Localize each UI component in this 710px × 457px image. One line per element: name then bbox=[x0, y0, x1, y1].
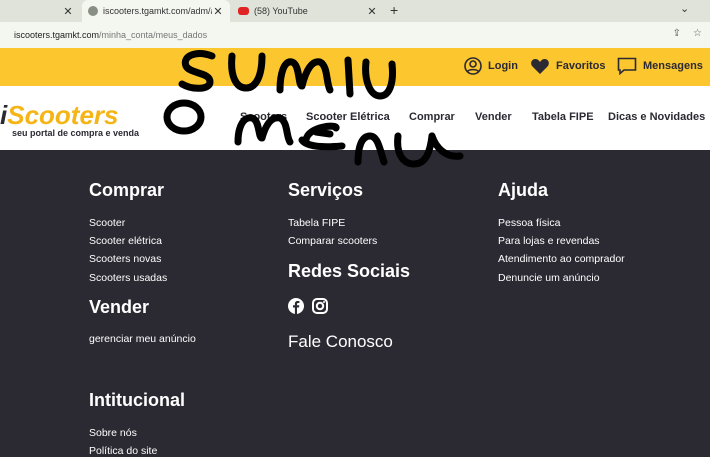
footer-link-tabela-fipe[interactable]: Tabela FIPE bbox=[288, 217, 345, 229]
browser-tab-youtube[interactable]: (58) YouTube ✕ bbox=[232, 0, 384, 22]
address-bar[interactable]: iscooters.tgamkt.com/minha_conta/meus_da… bbox=[0, 22, 710, 48]
footer-link-scooters-usadas[interactable]: Scooters usadas bbox=[89, 272, 167, 284]
favorites-label: Favoritos bbox=[556, 60, 606, 72]
favorites-link[interactable]: Favoritos bbox=[530, 57, 606, 75]
user-icon bbox=[464, 57, 482, 75]
footer-link-sobre-nos[interactable]: Sobre nós bbox=[89, 427, 137, 439]
nav-scooter-eletrica[interactable]: Scooter Elétrica bbox=[306, 111, 390, 123]
browser-tab[interactable]: ✕ bbox=[0, 0, 80, 22]
footer-heading-ajuda: Ajuda bbox=[498, 180, 549, 200]
footer-heading-vender: Vender bbox=[89, 297, 150, 317]
tab-title: (58) YouTube bbox=[254, 6, 308, 16]
footer-link-scooter[interactable]: Scooter bbox=[89, 217, 125, 229]
messages-label: Mensagens bbox=[643, 60, 703, 72]
social-icons bbox=[288, 298, 328, 314]
facebook-icon[interactable] bbox=[288, 298, 304, 314]
footer-heading-redes-sociais: Redes Sociais bbox=[288, 261, 411, 281]
close-icon[interactable]: ✕ bbox=[366, 5, 378, 18]
footer-link-pessoa-fisica[interactable]: Pessoa física bbox=[498, 217, 560, 229]
close-icon[interactable]: ✕ bbox=[62, 5, 74, 18]
main-navbar: iScooters seu portal de compra e venda S… bbox=[0, 86, 710, 150]
nav-vender[interactable]: Vender bbox=[475, 111, 512, 123]
footer-link-lojas-revendas[interactable]: Para lojas e revendas bbox=[498, 235, 600, 247]
site-logo[interactable]: iScooters seu portal de compra e venda bbox=[0, 102, 139, 138]
youtube-icon bbox=[238, 7, 249, 15]
messages-link[interactable]: Mensagens bbox=[617, 57, 703, 75]
share-icon[interactable]: ⇪ bbox=[673, 28, 681, 39]
logo-name: Scooters bbox=[7, 100, 119, 130]
instagram-icon[interactable] bbox=[312, 298, 328, 314]
browser-tab-bar: ✕ iscooters.tgamkt.com/adm/auten ✕ (58) … bbox=[0, 0, 710, 22]
fale-conosco-link[interactable]: Fale Conosco bbox=[288, 332, 393, 352]
footer-link-gerenciar-anuncio[interactable]: gerenciar meu anúncio bbox=[89, 333, 196, 345]
footer-link-scooter-eletrica[interactable]: Scooter elétrica bbox=[89, 235, 162, 247]
footer-link-denuncie[interactable]: Denuncie um anúncio bbox=[498, 272, 600, 284]
login-link[interactable]: Login bbox=[464, 57, 518, 75]
site-top-bar: Login Favoritos Mensagens bbox=[0, 48, 710, 86]
footer-heading-comprar: Comprar bbox=[89, 180, 165, 200]
star-icon[interactable]: ☆ bbox=[693, 28, 702, 39]
nav-scooters[interactable]: Scooters bbox=[240, 111, 287, 123]
globe-icon bbox=[88, 6, 98, 16]
logo-tagline: seu portal de compra e venda bbox=[12, 128, 140, 138]
tab-title: iscooters.tgamkt.com/adm/auten bbox=[103, 6, 212, 16]
url-host: iscooters.tgamkt.com bbox=[14, 30, 100, 40]
footer-heading-servicos: Serviços bbox=[288, 180, 364, 200]
nav-dicas-novidades[interactable]: Dicas e Novidades bbox=[608, 111, 705, 123]
new-tab-button[interactable]: + bbox=[390, 2, 398, 18]
footer-link-comparar-scooters[interactable]: Comparar scooters bbox=[288, 235, 377, 247]
footer-link-scooters-novas[interactable]: Scooters novas bbox=[89, 253, 161, 265]
url-text[interactable]: iscooters.tgamkt.com/minha_conta/meus_da… bbox=[14, 30, 207, 40]
nav-comprar[interactable]: Comprar bbox=[409, 111, 455, 123]
message-icon bbox=[617, 57, 637, 75]
url-path: /minha_conta/meus_dados bbox=[99, 30, 208, 40]
footer-link-atendimento[interactable]: Atendimento ao comprador bbox=[498, 253, 625, 265]
footer-link-politica-site[interactable]: Política do site bbox=[89, 445, 157, 457]
browser-tab-active[interactable]: iscooters.tgamkt.com/adm/auten ✕ bbox=[82, 0, 230, 22]
nav-tabela-fipe[interactable]: Tabela FIPE bbox=[532, 111, 594, 123]
login-label: Login bbox=[488, 60, 518, 72]
heart-icon bbox=[531, 59, 549, 74]
chevron-down-icon[interactable]: ⌄ bbox=[680, 2, 689, 15]
footer-heading-institucional: Intitucional bbox=[89, 390, 185, 410]
close-icon[interactable]: ✕ bbox=[212, 5, 224, 18]
